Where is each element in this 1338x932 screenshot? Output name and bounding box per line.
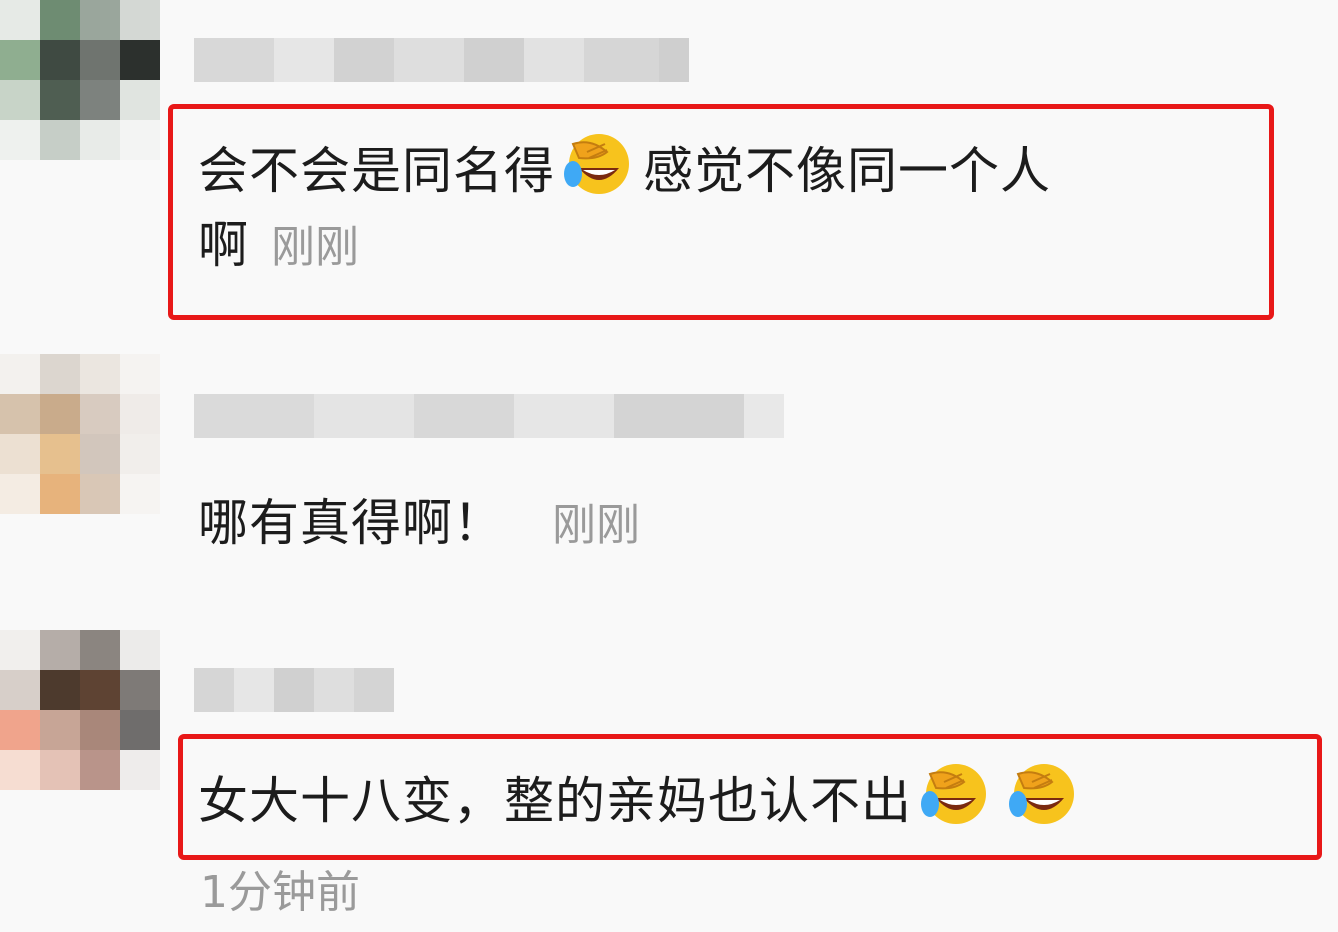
comment-text-part: 女大十八变，整的亲妈也认不出 xyxy=(198,772,912,830)
comment-text-part: 感觉不像同一个人 xyxy=(643,142,1051,200)
username-blurred[interactable] xyxy=(194,38,689,82)
avatar-pixel xyxy=(40,474,80,514)
avatar-pixel xyxy=(40,434,80,474)
comment-text: 会不会是同名得 感觉不像同一个人 啊刚刚 xyxy=(198,130,1051,281)
timestamp: 刚刚 xyxy=(552,500,640,551)
avatar-pixel xyxy=(0,0,40,40)
avatar[interactable] xyxy=(0,0,160,160)
comment-text-part: 会不会是同名得 xyxy=(198,142,555,200)
avatar-pixel xyxy=(120,750,160,790)
avatar-pixel xyxy=(80,0,120,40)
avatar-pixel xyxy=(120,474,160,514)
avatar-pixel xyxy=(80,120,120,160)
avatar-pixel xyxy=(0,120,40,160)
avatar-pixel xyxy=(0,80,40,120)
avatar-pixel xyxy=(80,40,120,80)
avatar-pixel xyxy=(40,40,80,80)
comment-text: 哪有真得啊！ 刚刚 xyxy=(198,490,640,559)
comment-item: 哪有真得啊！ 刚刚 xyxy=(0,354,1338,574)
avatar-pixel xyxy=(40,710,80,750)
facepalm-laugh-cry-emoji xyxy=(914,760,998,842)
avatar-pixel xyxy=(40,630,80,670)
avatar-pixel xyxy=(120,120,160,160)
avatar-pixel xyxy=(80,670,120,710)
avatar-pixel xyxy=(40,750,80,790)
comment-text-part: 啊 xyxy=(198,216,249,274)
avatar-pixel xyxy=(40,394,80,434)
facepalm-laugh-cry-emoji xyxy=(557,130,641,212)
avatar-pixel xyxy=(80,630,120,670)
avatar-pixel xyxy=(120,434,160,474)
avatar-pixel xyxy=(80,394,120,434)
avatar[interactable] xyxy=(0,630,160,790)
avatar-pixel xyxy=(0,394,40,434)
username-blurred[interactable] xyxy=(194,668,394,712)
avatar-pixel xyxy=(120,630,160,670)
avatar-pixel xyxy=(80,750,120,790)
avatar[interactable] xyxy=(0,354,160,514)
timestamp: 刚刚 xyxy=(271,222,359,273)
avatar-pixel xyxy=(80,80,120,120)
avatar-pixel xyxy=(120,80,160,120)
username-blurred[interactable] xyxy=(194,394,784,438)
avatar-pixel xyxy=(0,710,40,750)
avatar-pixel xyxy=(0,40,40,80)
avatar-pixel xyxy=(120,40,160,80)
facepalm-laugh-cry-emoji xyxy=(1002,760,1086,842)
comment-item: 女大十八变，整的亲妈也认不出 1分钟前 xyxy=(0,630,1338,930)
avatar-pixel xyxy=(120,710,160,750)
comment-text: 女大十八变，整的亲妈也认不出 xyxy=(198,760,1088,842)
avatar-pixel xyxy=(0,670,40,710)
avatar-pixel xyxy=(40,0,80,40)
avatar-pixel xyxy=(40,80,80,120)
avatar-pixel xyxy=(0,354,40,394)
avatar-pixel xyxy=(80,434,120,474)
avatar-pixel xyxy=(0,630,40,670)
avatar-pixel xyxy=(120,394,160,434)
avatar-pixel xyxy=(40,120,80,160)
avatar-pixel xyxy=(80,474,120,514)
comment-item: 会不会是同名得 感觉不像同一个人 啊刚刚 xyxy=(0,0,1338,330)
avatar-pixel xyxy=(80,710,120,750)
avatar-pixel xyxy=(40,354,80,394)
timestamp: 1分钟前 xyxy=(200,867,360,918)
avatar-pixel xyxy=(120,0,160,40)
avatar-pixel xyxy=(120,354,160,394)
avatar-pixel xyxy=(40,670,80,710)
avatar-pixel xyxy=(80,354,120,394)
avatar-pixel xyxy=(0,474,40,514)
avatar-pixel xyxy=(0,434,40,474)
avatar-pixel xyxy=(120,670,160,710)
avatar-pixel xyxy=(0,750,40,790)
comment-text-part: 哪有真得啊！ xyxy=(198,494,504,552)
